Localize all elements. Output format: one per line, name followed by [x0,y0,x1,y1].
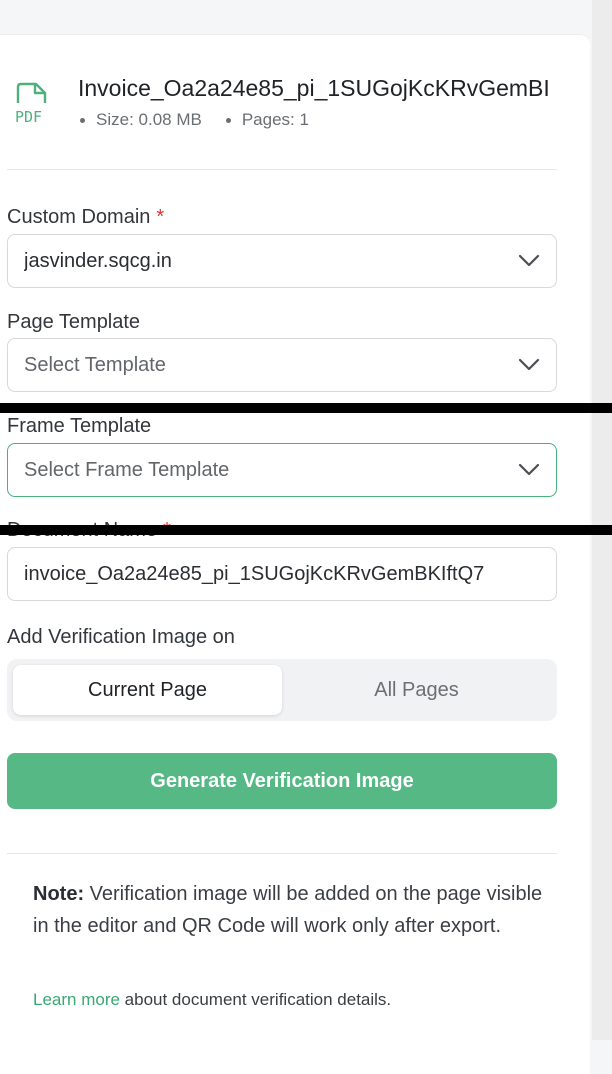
file-name: Invoice_Oa2a24e85_pi_1SUGojKcKRvGemBI [78,75,550,101]
learn-more-line: Learn more about document verification d… [33,990,391,1010]
bullet-dot [225,117,231,123]
bullet-dot [80,117,85,123]
required-mark: * [156,206,165,228]
learn-more-text: about document verification details. [119,990,392,1009]
all-pages-option[interactable]: All Pages [282,665,551,715]
learn-more-link[interactable]: Learn more [33,990,120,1009]
document-name-input[interactable]: invoice_Oa2a24e85_pi_1SUGojKcKRvGemBKIft… [7,547,557,601]
note-prefix: Note: [33,883,85,905]
chevron-down-icon [518,358,540,371]
divider [7,853,557,854]
note-body: Verification image will be added on the … [33,883,543,937]
frame-template-select[interactable]: Select Frame Template [7,443,557,497]
black-bar [0,403,612,413]
note-text: Note: Verification image will be added o… [33,878,543,942]
generate-verification-image-button[interactable]: Generate Verification Image [7,753,557,809]
custom-domain-label: Custom Domain * [7,206,165,228]
custom-domain-select[interactable]: jasvinder.sqcg.in [7,234,557,288]
file-pages: Pages: 1 [241,110,309,129]
frame-template-placeholder: Select Frame Template [24,458,230,481]
chevron-down-icon [518,463,540,476]
page-template-label: Page Template [7,311,141,333]
custom-domain-value: jasvinder.sqcg.in [24,249,172,272]
divider [7,169,557,170]
scrollbar-track[interactable] [592,0,612,1040]
verification-page-toggle: Current Page All Pages [7,659,557,721]
page-template-placeholder: Select Template [24,353,166,376]
file-meta: Size: 0.08 MB Pages: 1 [78,110,309,130]
current-page-option[interactable]: Current Page [13,665,282,715]
document-settings-panel: PDF Invoice_Oa2a24e85_pi_1SUGojKcKRvGemB… [0,34,590,1074]
verification-label: Add Verification Image on [7,626,235,648]
pdf-file-icon: PDF [14,81,50,126]
file-size: Size: 0.08 MB [96,110,202,129]
page-template-select[interactable]: Select Template [7,338,557,392]
frame-template-label: Frame Template [7,415,152,437]
svg-text:PDF: PDF [15,108,42,125]
black-bar [0,525,612,535]
chevron-down-icon [518,254,540,267]
file-header: PDF Invoice_Oa2a24e85_pi_1SUGojKcKRvGemB… [0,35,590,169]
